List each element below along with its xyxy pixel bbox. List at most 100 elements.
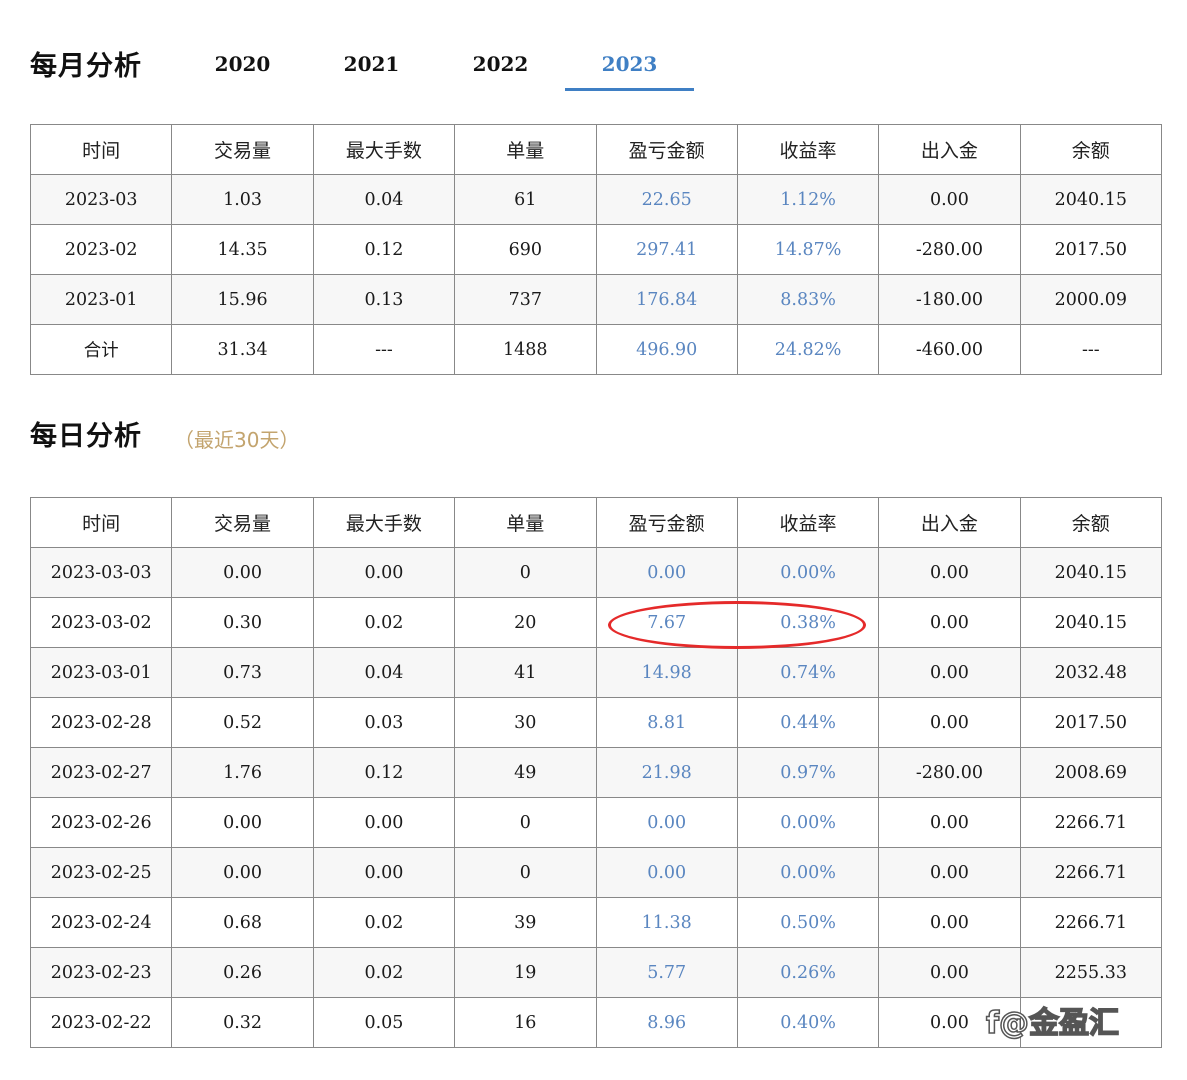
cell-pnl: 8.81: [595, 697, 738, 748]
cell-max-lots: 0.13: [312, 274, 456, 325]
cell-max-lots: 0.12: [312, 224, 456, 275]
cell-deposit-withdraw: 0.00: [878, 547, 1021, 598]
cell-volume: 0.00: [171, 547, 314, 598]
cell-return-rate: 0.00%: [736, 847, 880, 898]
cell-return-rate: 1.12%: [736, 174, 880, 225]
cell-volume: 31.34: [171, 324, 314, 375]
table-row: 2023-02-26 0.00 0.00 0 0.00 0.00% 0.00 2266.71: [29, 797, 1163, 848]
cell-order-count: 737: [454, 274, 597, 325]
table-row: 2023-02-27 1.76 0.12 49 21.98 0.97% -280.00 200…: [29, 747, 1163, 798]
cell-time: 2023-02: [29, 224, 173, 275]
table-row: 2023-02-25 0.00 0.00 0 0.00 0.00% 0.00 2266.71: [29, 847, 1163, 898]
table-row: 2023-02-23 0.26 0.02 19 5.77 0.26% 0.00 2255.33: [29, 947, 1163, 998]
tab-year-2021[interactable]: 2021: [307, 46, 436, 91]
table-row: 2023-02 14.35 0.12 690 297.41 14.87% -280.00 20…: [29, 224, 1163, 275]
daily-table: 时间 交易量 最大手数 单量 盈亏金额 收益率 出入金 余额 2023-03-03 0.00 0.…: [29, 497, 1163, 1048]
cell-time: 2023-03-01: [29, 647, 173, 698]
cell-max-lots: 0.03: [312, 697, 456, 748]
cell-deposit-withdraw: 0.00: [878, 174, 1021, 225]
cell-return-rate: 0.26%: [736, 947, 880, 998]
table-row: 2023-03-01 0.73 0.04 41 14.98 0.74% 0.00 2032.4…: [29, 647, 1163, 698]
cell-max-lots: ---: [312, 324, 456, 375]
cell-volume: 14.35: [171, 224, 314, 275]
cell-balance: 2266.71: [1019, 797, 1163, 848]
cell-volume: 0.73: [171, 647, 314, 698]
cell-order-count: 0: [454, 797, 597, 848]
daily-analysis-title: 每日分析: [30, 421, 142, 452]
cell-volume: 0.32: [171, 997, 314, 1048]
cell-return-rate: 0.40%: [736, 997, 880, 1048]
column-header-deposit-withdraw: 出入金: [878, 124, 1021, 175]
monthly-table: 时间 交易量 最大手数 单量 盈亏金额 收益率 出入金 余额 2023-03 1.03 0.04 6…: [29, 124, 1163, 375]
cell-deposit-withdraw: -180.00: [878, 274, 1021, 325]
cell-order-count: 1488: [454, 324, 597, 375]
cell-volume: 15.96: [171, 274, 314, 325]
column-header-pnl: 盈亏金额: [595, 497, 738, 548]
cell-return-rate: 0.00%: [736, 547, 880, 598]
cell-pnl: 297.41: [595, 224, 738, 275]
column-header-deposit-withdraw: 出入金: [878, 497, 1021, 548]
cell-max-lots: 0.12: [312, 747, 456, 798]
cell-order-count: 20: [454, 597, 597, 648]
cell-time: 2023-02-23: [29, 947, 173, 998]
cell-time: 2023-03-03: [29, 547, 173, 598]
cell-volume: 0.26: [171, 947, 314, 998]
cell-max-lots: 0.00: [312, 547, 456, 598]
cell-time: 2023-03: [29, 174, 173, 225]
cell-deposit-withdraw: 0.00: [878, 847, 1021, 898]
cell-return-rate: 0.50%: [736, 897, 880, 948]
cell-balance: 2040.15: [1019, 174, 1163, 225]
cell-balance: 2017.50: [1019, 224, 1163, 275]
cell-deposit-withdraw: 0.00: [878, 797, 1021, 848]
monthly-table-body: 2023-03 1.03 0.04 61 22.65 1.12% 0.00 2040.15 20…: [29, 174, 1163, 375]
cell-pnl: 21.98: [595, 747, 738, 798]
tab-year-2023[interactable]: 2023: [565, 46, 694, 91]
cell-balance: 2266.71: [1019, 847, 1163, 898]
tab-year-2020[interactable]: 2020: [178, 46, 307, 91]
cell-max-lots: 0.00: [312, 847, 456, 898]
table-row: 2023-01 15.96 0.13 737 176.84 8.83% -180.00 200…: [29, 274, 1163, 325]
cell-return-rate: 8.83%: [736, 274, 880, 325]
column-header-balance: 余额: [1019, 497, 1163, 548]
cell-balance: 2040.15: [1019, 547, 1163, 598]
cell-volume: 0.68: [171, 897, 314, 948]
cell-return-rate: 24.82%: [736, 324, 880, 375]
cell-order-count: 49: [454, 747, 597, 798]
cell-pnl: 7.67: [595, 597, 738, 648]
cell-balance: 2017.50: [1019, 697, 1163, 748]
cell-return-rate: 0.44%: [736, 697, 880, 748]
column-header-order-count: 单量: [454, 497, 597, 548]
cell-pnl: 22.65: [595, 174, 738, 225]
cell-deposit-withdraw: 0.00: [878, 647, 1021, 698]
column-header-time: 时间: [29, 124, 173, 175]
cell-balance: 2040.15: [1019, 597, 1163, 648]
cell-balance: 2266.71: [1019, 897, 1163, 948]
table-row: 2023-02-28 0.52 0.03 30 8.81 0.44% 0.00 2017.50: [29, 697, 1163, 748]
column-header-volume: 交易量: [171, 497, 314, 548]
cell-max-lots: 0.02: [312, 597, 456, 648]
tab-year-2022[interactable]: 2022: [436, 46, 565, 91]
cell-return-rate: 0.74%: [736, 647, 880, 698]
cell-max-lots: 0.02: [312, 947, 456, 998]
cell-order-count: 61: [454, 174, 597, 225]
cell-max-lots: 0.04: [312, 174, 456, 225]
cell-volume: 0.30: [171, 597, 314, 648]
cell-deposit-withdraw: -460.00: [878, 324, 1021, 375]
cell-order-count: 0: [454, 547, 597, 598]
cell-pnl: 14.98: [595, 647, 738, 698]
cell-time: 2023-03-02: [29, 597, 173, 648]
cell-time: 2023-02-24: [29, 897, 173, 948]
cell-order-count: 16: [454, 997, 597, 1048]
monthly-analysis-title: 每月分析: [30, 51, 142, 82]
table-row: 2023-03 1.03 0.04 61 22.65 1.12% 0.00 2040.15: [29, 174, 1163, 225]
cell-deposit-withdraw: -280.00: [878, 747, 1021, 798]
column-header-order-count: 单量: [454, 124, 597, 175]
cell-order-count: 41: [454, 647, 597, 698]
table-row: 2023-03-02 0.30 0.02 20 7.67 0.38% 0.00 2040.15: [29, 597, 1163, 648]
cell-deposit-withdraw: 0.00: [878, 897, 1021, 948]
column-header-pnl: 盈亏金额: [595, 124, 738, 175]
cell-time: 2023-02-25: [29, 847, 173, 898]
cell-order-count: 19: [454, 947, 597, 998]
cell-time: 2023-02-27: [29, 747, 173, 798]
cell-balance: 2255.33: [1019, 947, 1163, 998]
